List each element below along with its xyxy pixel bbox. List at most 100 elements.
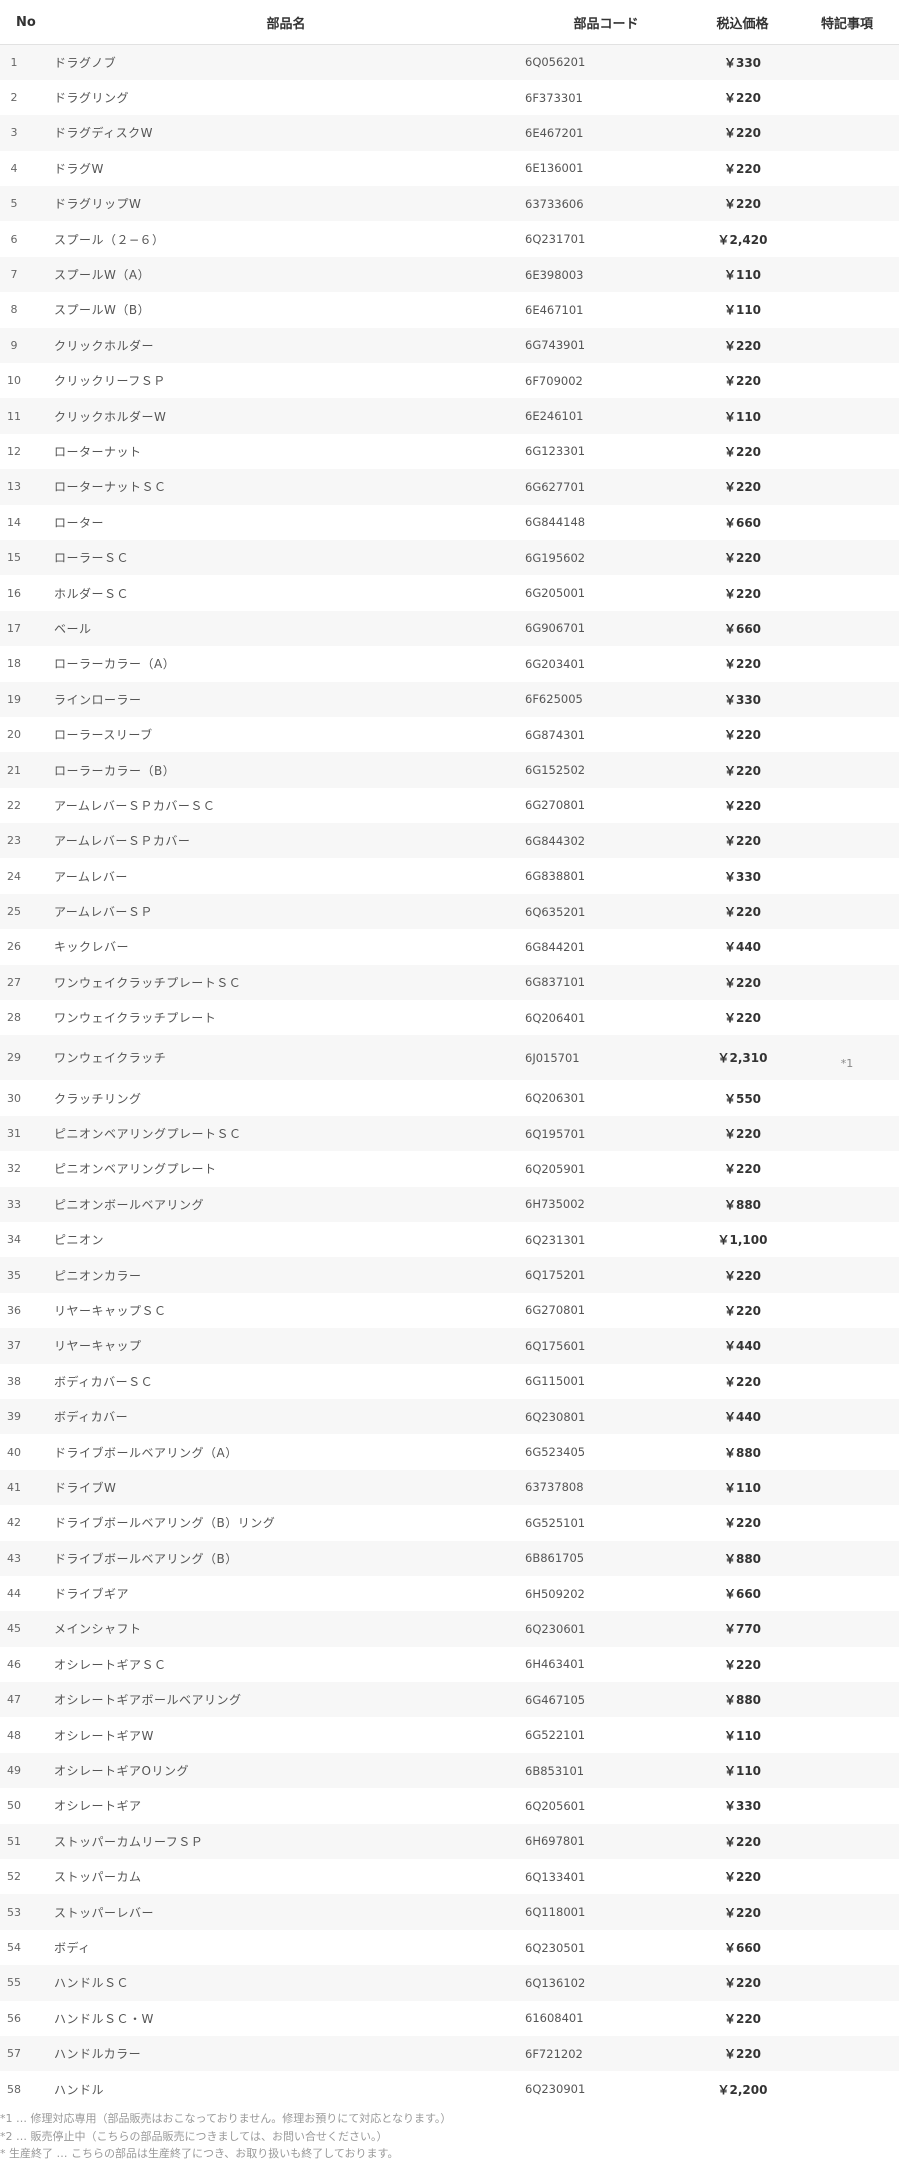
table-row: 44 ドライブギア 6H509202 ￥660: [0, 1575, 899, 1612]
part-no: 43: [7, 1551, 21, 1565]
table-row: 39 ボディカバー 6Q230801 ￥440: [0, 1398, 899, 1435]
part-note: [795, 45, 899, 80]
table-row: 37 リヤーキャップ 6Q175601 ￥440: [0, 1328, 899, 1364]
part-price: ￥220: [723, 798, 762, 813]
table-row: 42 ドライブボールベアリング（B）リング 6G525101 ￥220: [0, 1505, 899, 1541]
part-note: [795, 752, 899, 787]
part-code: 6Q133401: [525, 1869, 586, 1884]
part-code: 6G844148: [525, 515, 586, 530]
part-name: ローラーカラー（A）: [54, 657, 176, 672]
part-code: 6J015701: [525, 1050, 580, 1065]
part-no: 39: [7, 1410, 21, 1424]
part-no: 37: [7, 1339, 21, 1353]
part-no: 50: [7, 1799, 21, 1813]
part-name: クリックホルダーW: [54, 409, 167, 424]
header-notes: 特記事項: [795, 0, 899, 45]
part-no: 48: [7, 1728, 21, 1742]
part-price: ￥220: [723, 197, 762, 212]
part-code: 6G467105: [525, 1692, 586, 1707]
part-price: ￥440: [723, 1410, 762, 1425]
part-name: アームレバー: [54, 869, 128, 884]
part-price: ￥330: [723, 692, 762, 707]
part-name: クリックリーフＳＰ: [54, 374, 166, 389]
part-no: 17: [7, 621, 21, 635]
table-row: 4 ドラグW 6E136001 ￥220: [0, 150, 899, 187]
table-row: 5 ドラグリップW 63733606 ￥220: [0, 186, 899, 222]
part-price: ￥880: [723, 1197, 762, 1212]
part-price: ￥220: [723, 2047, 762, 2062]
part-no: 7: [10, 268, 18, 282]
part-price: ￥220: [723, 374, 762, 389]
part-no: 32: [7, 1162, 21, 1176]
part-no: 29: [7, 1051, 21, 1065]
part-name: オシレートギアOリング: [54, 1764, 189, 1779]
part-price: ￥110: [723, 303, 762, 318]
part-price: ￥110: [723, 268, 762, 283]
part-note: [795, 1399, 899, 1434]
part-no: 23: [7, 834, 21, 848]
part-code: 6G837101: [525, 975, 586, 990]
table-row: 55 ハンドルＳＣ 6Q136102 ￥220: [0, 1965, 899, 2001]
table-row: 19 ラインローラー 6F625005 ￥330: [0, 681, 899, 717]
part-note: [795, 2036, 899, 2071]
table-row: 11 クリックホルダーW 6E246101 ￥110: [0, 398, 899, 434]
part-code: 6Q230601: [525, 1621, 586, 1636]
part-price: ￥440: [723, 1339, 762, 1354]
part-code: 6G203401: [525, 656, 586, 671]
part-name: アームレバーＳＰカバーＳＣ: [54, 798, 216, 813]
part-note: [795, 292, 899, 327]
table-row: 45 メインシャフト 6Q230601 ￥770: [0, 1611, 899, 1647]
part-no: 31: [7, 1127, 21, 1141]
part-note: [795, 894, 899, 929]
table-row: 13 ローターナットＳＣ 6G627701 ￥220: [0, 469, 899, 505]
part-note: [795, 1293, 899, 1328]
header-part-name: 部品名: [50, 0, 522, 45]
part-price: ￥220: [723, 1516, 762, 1531]
table-row: 40 ドライブボールベアリング（A） 6G523405 ￥880: [0, 1434, 899, 1470]
part-name: ローターナット: [54, 444, 142, 459]
table-row: 36 リヤーキャップＳＣ 6G270801 ￥220: [0, 1292, 899, 1329]
part-note: [795, 115, 899, 150]
part-code: 6E467101: [525, 302, 584, 317]
part-name: リヤーキャップ: [54, 1339, 142, 1354]
part-name: オシレートギア: [54, 1799, 142, 1814]
part-note: [795, 1894, 899, 1929]
part-price: ￥220: [723, 126, 762, 141]
part-note: [795, 1116, 899, 1151]
part-price: ￥330: [723, 55, 762, 70]
part-note: [795, 1930, 899, 1965]
part-no: 9: [10, 338, 18, 352]
part-note: [795, 965, 899, 1000]
part-note: [795, 1682, 899, 1717]
part-code: 6Q635201: [525, 904, 586, 919]
part-no: 36: [7, 1303, 21, 1317]
part-name: ドライブボールベアリング（A）: [54, 1445, 238, 1460]
part-code: 6G195602: [525, 550, 586, 565]
part-note: [795, 1151, 899, 1186]
part-price: ￥220: [723, 1127, 762, 1142]
part-name: ドライブW: [54, 1480, 117, 1495]
part-price: ￥220: [723, 1905, 762, 1920]
part-price: ￥2,420: [717, 232, 768, 247]
part-code: 6Q206301: [525, 1091, 586, 1106]
table-row: 10 クリックリーフＳＰ 6F709002 ￥220: [0, 363, 899, 399]
part-name: ハンドルＳＣ・W: [54, 2011, 154, 2026]
part-price: ￥220: [723, 91, 762, 106]
table-row: 53 ストッパーレバー 6Q118001 ￥220: [0, 1894, 899, 1930]
part-price: ￥660: [723, 1587, 762, 1602]
part-no: 27: [7, 975, 21, 989]
table-row: 48 オシレートギアW 6G522101 ￥110: [0, 1717, 899, 1753]
table-header-row: No 部品名 部品コード 税込価格 特記事項: [0, 0, 899, 45]
part-code: 6G844201: [525, 939, 586, 954]
part-price: ￥110: [723, 1764, 762, 1779]
part-price: ￥220: [723, 1870, 762, 1885]
part-note: [795, 1965, 899, 2000]
part-no: 56: [7, 2011, 21, 2025]
part-no: 44: [7, 1587, 21, 1601]
part-name: ローター: [54, 515, 105, 530]
part-code: 6G115001: [525, 1374, 586, 1389]
part-no: 49: [7, 1764, 21, 1778]
part-code: 6Q230901: [525, 2082, 586, 2097]
part-code: 6G743901: [525, 338, 586, 353]
part-code: 6Q205901: [525, 1161, 586, 1176]
